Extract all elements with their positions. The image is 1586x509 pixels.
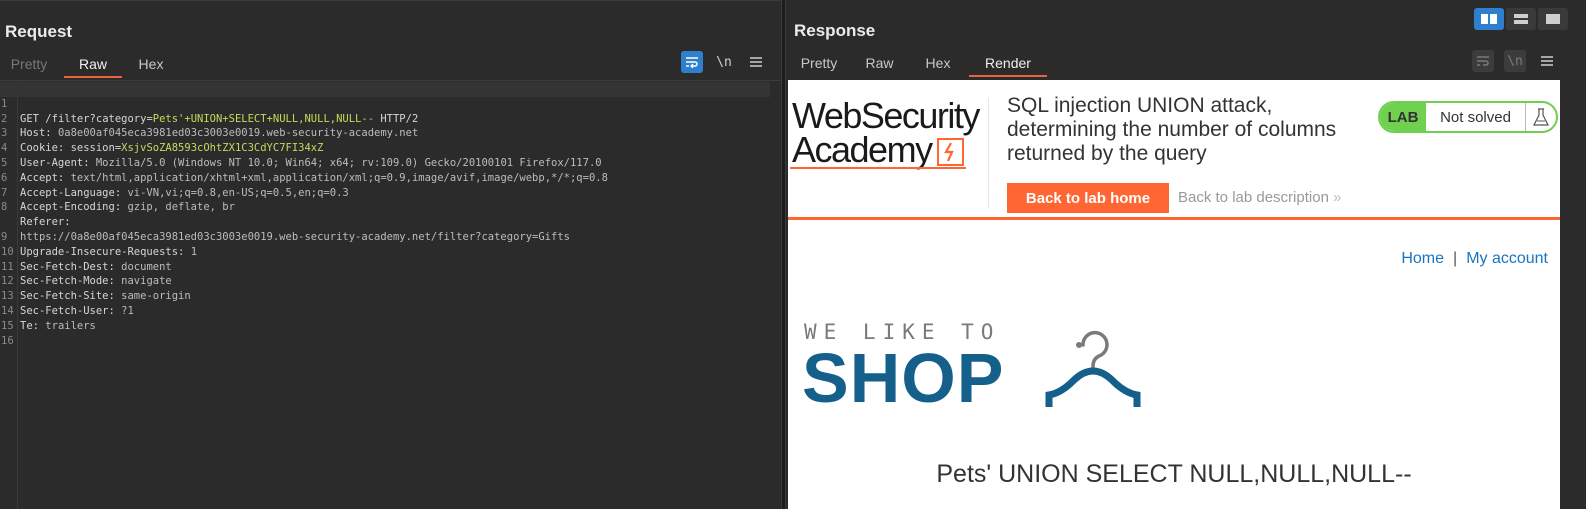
response-pane: Response Pretty Raw Hex Render \n WebSec… (786, 0, 1586, 509)
hamburger-menu-icon[interactable] (745, 51, 767, 73)
tab-raw[interactable]: Raw (64, 53, 122, 78)
header-line[interactable]: 10 Sec-Fetch-Dest: document (0, 230, 770, 273)
flask-icon (1526, 103, 1556, 131)
header-line[interactable]: 8 Referer: (0, 186, 770, 228)
header-line[interactable]: 14 Te: trailers (0, 289, 770, 332)
wrap-lines-icon[interactable] (681, 51, 703, 73)
response-tabs: Pretty Raw Hex Render (794, 52, 1047, 77)
request-title: Request (5, 22, 73, 41)
header-line[interactable]: 7 Accept-Encoding: gzip, deflate, br (0, 171, 770, 214)
wrap-lines-icon (1472, 50, 1494, 72)
back-to-lab-description-link[interactable]: Back to lab description » (1178, 189, 1341, 206)
top-nav: Home | My account (1401, 250, 1548, 268)
double-chevron-icon: » (1333, 189, 1342, 206)
tab-pretty[interactable]: Pretty (794, 52, 844, 77)
lab-title: SQL injection UNION attack, determining … (1007, 94, 1337, 165)
header-line[interactable]: 4 User-Agent: Mozilla/5.0 (Windows NT 10… (0, 126, 770, 169)
line-number: 16 (1, 334, 14, 347)
empty-line[interactable]: 15 (0, 304, 770, 332)
header-line[interactable]: 2 Host: 0a8e00af045eca3981ed03c3003e0019… (0, 97, 770, 140)
logo-text-academy: Academy (792, 129, 933, 170)
header-line[interactable]: 12 Sec-Fetch-Site: same-origin (0, 260, 770, 302)
lightning-bolt-icon (937, 138, 964, 166)
show-newlines-button: \n (1504, 50, 1526, 72)
back-desc-label: Back to lab description (1178, 189, 1329, 206)
layout-tabs-icon[interactable] (1538, 8, 1568, 30)
tab-pretty[interactable]: Pretty (0, 53, 58, 78)
layout-stacked-icon[interactable] (1506, 8, 1536, 30)
request-tabs: Pretty Raw Hex (0, 53, 180, 78)
lab-status-text: Not solved (1426, 103, 1526, 131)
layout-switcher (1474, 8, 1568, 30)
burp-repeater: Request Pretty Raw Hex \n 1 GET /filter?… (0, 0, 1586, 509)
logo-underline (790, 167, 966, 169)
shop-logo-wordmark: SHOP (802, 339, 1005, 417)
hanger-icon (1033, 323, 1153, 418)
back-to-lab-home-button[interactable]: Back to lab home (1007, 183, 1169, 213)
header-line[interactable]: 5 Accept: text/html,application/xhtml+xm… (0, 141, 770, 184)
nav-separator: | (1453, 250, 1458, 267)
tab-render[interactable]: Render (969, 52, 1047, 77)
tab-hex[interactable]: Hex (122, 53, 180, 78)
academy-header: WebSecurity Academy SQL injection UNION … (788, 80, 1560, 220)
category-result-heading: Pets' UNION SELECT NULL,NULL,NULL-- (936, 460, 1412, 488)
header-line[interactable]: 3 Cookie: session=XsjvSoZA8593cOhtZX1C3C… (0, 112, 770, 154)
tab-raw[interactable]: Raw (852, 52, 907, 77)
layout-side-by-side-icon[interactable] (1474, 8, 1504, 30)
lab-tag: LAB (1380, 103, 1426, 131)
header-line-wrapped[interactable]: https://0a8e00af045eca3981ed03c3003e0019… (0, 200, 770, 243)
header-line[interactable]: 9 Upgrade-Insecure-Requests: 1 (0, 215, 770, 258)
hamburger-menu-icon[interactable] (1536, 50, 1558, 72)
request-editor[interactable]: 1 GET /filter?category=Pets'+UNION+SELEC… (0, 80, 781, 509)
tab-hex[interactable]: Hex (913, 52, 963, 77)
response-title: Response (794, 21, 876, 40)
empty-line[interactable]: 16 (0, 319, 770, 347)
lab-status-badge: LAB Not solved (1378, 101, 1558, 133)
nav-home-link[interactable]: Home (1401, 250, 1444, 268)
show-newlines-button[interactable]: \n (713, 51, 735, 73)
header-divider (988, 98, 989, 208)
rendered-page: WebSecurity Academy SQL injection UNION … (788, 80, 1560, 509)
header-line[interactable]: 6 Accept-Language: vi-VN,vi;q=0.8,en-US;… (0, 156, 770, 199)
header-line[interactable]: 11 Sec-Fetch-Mode: navigate (0, 245, 770, 288)
header-line[interactable]: 13 Sec-Fetch-User: ?1 (0, 274, 770, 317)
request-tools: \n (681, 51, 767, 73)
nav-my-account-link[interactable]: My account (1466, 250, 1548, 268)
response-tools: \n (1472, 50, 1558, 72)
request-line[interactable]: 1 GET /filter?category=Pets'+UNION+SELEC… (0, 82, 770, 125)
request-pane: Request Pretty Raw Hex \n 1 GET /filter?… (0, 0, 781, 509)
